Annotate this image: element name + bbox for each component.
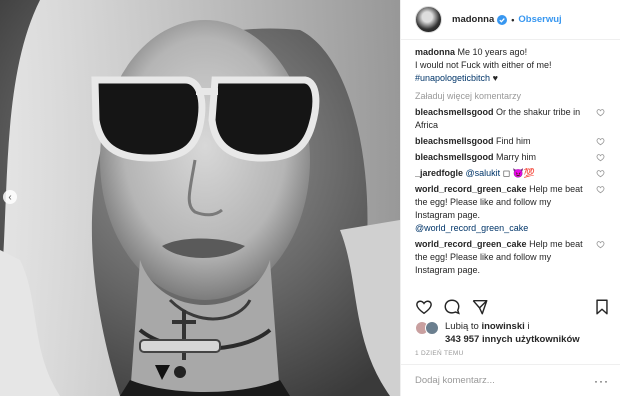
comment-username[interactable]: bleachsmellsgood (415, 136, 494, 146)
separator-dot: • (511, 14, 515, 25)
more-options-icon[interactable]: ··· (594, 374, 609, 388)
likes-count[interactable]: 343 957 (445, 334, 479, 345)
likes-suffix[interactable]: innych użytkowników (482, 334, 580, 345)
liker-avatars (415, 320, 441, 336)
comment-heart-icon[interactable] (596, 108, 605, 117)
comment-item: bleachsmellsgood Marry him (415, 151, 607, 164)
post-sidebar: madonna • Obserwuj madonna Me 10 years a… (400, 0, 620, 396)
load-more-comments[interactable]: Załaduj więcej komentarzy (415, 91, 607, 101)
heart-icon[interactable] (415, 298, 433, 316)
comment-heart-icon[interactable] (596, 185, 605, 194)
comment-username[interactable]: bleachsmellsgood (415, 107, 494, 117)
likes-prefix: Lubią to (445, 321, 479, 332)
comment-mention[interactable]: @world_record_green_cake (415, 223, 528, 233)
comment-text: Find him (496, 136, 531, 146)
comment-username[interactable]: world_record_green_cake (415, 239, 527, 249)
caption-hashtag[interactable]: #unapologeticbitch (415, 73, 490, 83)
caption-username[interactable]: madonna (415, 47, 455, 57)
likes-summary: Lubią to inowinski i 343 957 innych użyt… (415, 320, 615, 346)
bookmark-icon[interactable] (593, 298, 611, 316)
avatar (425, 321, 439, 335)
likes-and: i (527, 321, 530, 332)
comment-username[interactable]: bleachsmellsgood (415, 152, 494, 162)
comment-text: Marry him (496, 152, 537, 162)
comment-item: world_record_green_cake Help me beat the… (415, 183, 607, 235)
comments-list[interactable]: madonna Me 10 years ago! I would not Fuc… (415, 46, 607, 292)
likes-text: Lubią to inowinski i 343 957 innych użyt… (445, 320, 580, 346)
post-photo[interactable]: ‹ (0, 0, 400, 396)
action-bar (415, 296, 611, 318)
chevron-left-icon[interactable]: ‹ (3, 190, 17, 204)
comment-item: world_record_green_cake Help me beat the… (415, 238, 607, 277)
comment-emoji: ◻ 😈💯 (502, 168, 536, 178)
comment-mention[interactable]: @salukit (466, 168, 501, 178)
follow-button[interactable]: Obserwuj (518, 14, 561, 25)
caption-text: Me 10 years ago! (457, 47, 528, 57)
verified-badge-icon (497, 14, 508, 25)
comment-heart-icon[interactable] (596, 137, 605, 146)
comment-heart-icon[interactable] (596, 153, 605, 162)
comment-item: _jaredfogle @salukit ◻ 😈💯 (415, 167, 607, 180)
avatar[interactable] (415, 6, 442, 33)
comment-bubble-icon[interactable] (443, 298, 461, 316)
add-comment-bar: ··· (401, 364, 620, 396)
comment-item: bleachsmellsgood Find him (415, 135, 607, 148)
comment-heart-icon[interactable] (596, 169, 605, 178)
likes-user[interactable]: inowinski (481, 321, 524, 332)
comment-username[interactable]: _jaredfogle (415, 168, 463, 178)
post-caption: madonna Me 10 years ago! I would not Fuc… (415, 46, 607, 85)
share-arrow-icon[interactable] (471, 298, 489, 316)
comment-heart-icon[interactable] (596, 240, 605, 249)
author-username[interactable]: madonna (452, 14, 494, 25)
comment-item: bleachsmellsgood Or the shakur tribe in … (415, 106, 607, 132)
photo-image (0, 0, 400, 396)
caption-heart: ♥ (492, 73, 498, 83)
caption-line2: I would not Fuck with either of me! (415, 60, 552, 70)
post-timestamp[interactable]: 1 DZIEŃ TEMU (415, 350, 464, 357)
comment-username[interactable]: world_record_green_cake (415, 184, 527, 194)
post-header: madonna • Obserwuj (401, 0, 620, 40)
comment-input[interactable] (415, 375, 594, 386)
